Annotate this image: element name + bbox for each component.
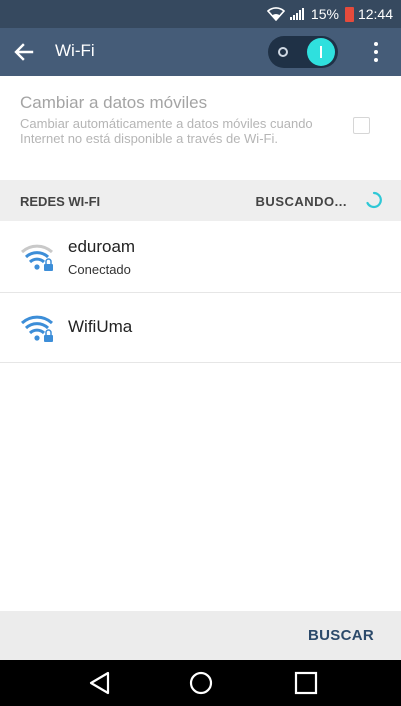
mobile-data-title: Cambiar a datos móviles — [20, 93, 208, 112]
navigation-bar — [0, 660, 401, 706]
bottom-action-bar: BUSCAR — [0, 611, 401, 660]
divider — [0, 362, 401, 363]
home-nav-icon[interactable] — [187, 669, 215, 697]
scan-status: BUSCANDO... — [255, 194, 347, 209]
wifi-locked-icon — [20, 315, 54, 342]
back-arrow-icon[interactable] — [12, 40, 36, 64]
mobile-data-setting[interactable]: Cambiar a datos móviles Cambiar automáti… — [0, 76, 401, 180]
network-name: eduroam — [68, 237, 136, 256]
battery-percent: 15% — [310, 6, 339, 22]
wifi-toggle[interactable] — [268, 36, 338, 68]
status-icons: 15% 12:44 — [266, 5, 393, 23]
network-item-eduroam[interactable]: eduroam Conectado — [0, 221, 401, 292]
recents-nav-icon[interactable] — [292, 669, 320, 697]
overflow-menu-icon[interactable] — [367, 40, 385, 64]
search-networks-button[interactable]: BUSCAR — [308, 627, 374, 644]
page-title: Wi-Fi — [55, 41, 95, 60]
network-status: Conectado — [68, 262, 131, 277]
loading-spinner-icon — [366, 191, 382, 209]
wifi-signal-icon — [266, 7, 285, 21]
clock: 12:44 — [357, 6, 393, 22]
status-bar: 15% 12:44 — [0, 0, 401, 28]
battery-icon — [344, 6, 354, 22]
mobile-data-description: Cambiar automáticamente a datos móviles … — [20, 116, 313, 146]
network-item-wifiuma[interactable]: WifiUma — [0, 293, 401, 362]
wifi-locked-icon — [20, 244, 54, 271]
toggle-knob — [307, 38, 335, 66]
network-name: WifiUma — [68, 317, 133, 336]
back-nav-icon[interactable] — [86, 669, 114, 697]
wifi-networks-header: REDES WI-FI BUSCANDO... — [0, 180, 401, 221]
section-label: REDES WI-FI — [20, 194, 101, 209]
app-bar: Wi-Fi — [0, 28, 401, 76]
toggle-off-icon — [278, 47, 288, 57]
mobile-data-checkbox[interactable] — [353, 117, 370, 134]
cell-signal-icon — [289, 8, 304, 20]
